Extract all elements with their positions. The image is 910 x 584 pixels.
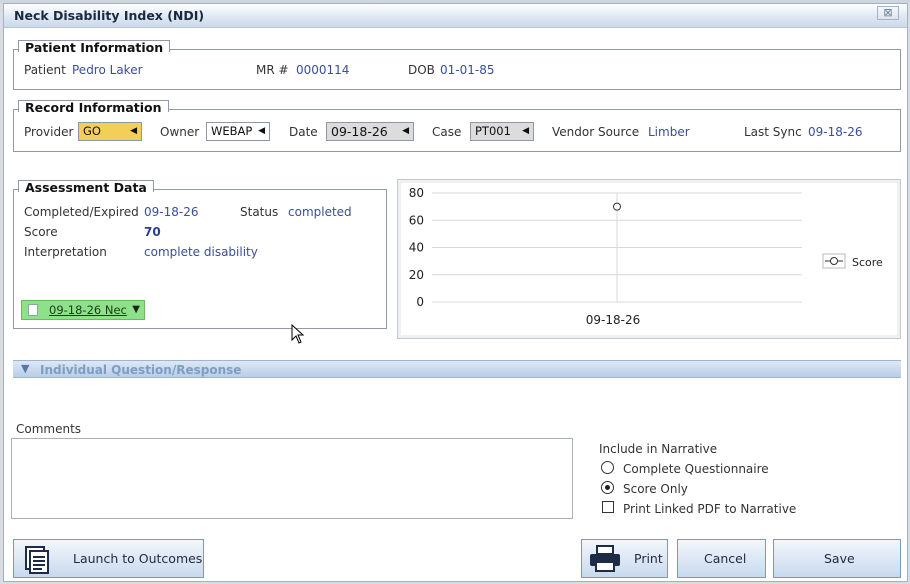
save-button[interactable]: Save — [773, 539, 901, 578]
last-sync-value: 09-18-26 — [808, 125, 863, 139]
mouse-cursor-icon — [291, 324, 305, 344]
record-information-group: Record Information Provider GO ◀ Owner W… — [13, 100, 901, 152]
case-select-value: PT001 — [475, 124, 511, 138]
assessment-data-legend: Assessment Data — [18, 180, 154, 195]
score-chart: 0 20 40 60 80 09-18-26 Score — [397, 179, 901, 339]
caret-left-icon: ◀ — [402, 126, 409, 136]
completed-expired-label: Completed/Expired — [24, 205, 139, 219]
patient-label: Patient — [24, 63, 66, 77]
print-linked-pdf-checkbox[interactable] — [602, 501, 614, 513]
patient-information-group: Patient Information Patient Pedro Laker … — [13, 40, 901, 90]
owner-select[interactable]: WEBAP ◀ — [206, 122, 270, 141]
caret-down-icon: ▼ — [132, 304, 140, 315]
comments-textarea[interactable] — [11, 438, 573, 519]
score-only-label[interactable]: Score Only — [623, 482, 688, 496]
date-select[interactable]: 09-18-26 ◀ — [326, 122, 414, 141]
chevron-down-icon: ▼ — [21, 362, 30, 375]
radio-score-only[interactable] — [601, 481, 614, 494]
score-value: 70 — [144, 225, 161, 239]
individual-question-response-label: Individual Question/Response — [40, 363, 242, 377]
caret-left-icon: ◀ — [258, 126, 265, 136]
legend-label: Score — [852, 256, 883, 269]
document-list-icon — [25, 546, 49, 574]
legend-swatch-marker — [830, 257, 838, 265]
cancel-button[interactable]: Cancel — [677, 539, 766, 578]
mr-value: 0000114 — [296, 63, 350, 77]
date-label: Date — [289, 125, 318, 139]
caret-left-icon: ◀ — [130, 126, 137, 136]
individual-question-response-header[interactable]: ▼ Individual Question/Response — [13, 360, 901, 378]
launch-to-outcomes-label: Launch to Outcomes — [73, 551, 203, 566]
linked-document-select[interactable]: 09-18-26 Nec ▼ — [21, 300, 145, 320]
interpretation-label: Interpretation — [24, 245, 107, 259]
comments-label: Comments — [16, 422, 82, 436]
patient-value: Pedro Laker — [72, 63, 143, 77]
completed-expired-value: 09-18-26 — [144, 205, 199, 219]
launch-to-outcomes-button[interactable]: Launch to Outcomes — [13, 539, 204, 578]
x-tick-label: 09-18-26 — [586, 313, 640, 327]
dialog-title: Neck Disability Index (NDI) — [14, 8, 205, 23]
owner-select-value: WEBAP — [211, 124, 253, 138]
score-label: Score — [24, 225, 58, 239]
vendor-source-label: Vendor Source — [552, 125, 640, 139]
printer-icon — [590, 545, 620, 572]
vendor-source-value: Limber — [648, 125, 690, 139]
save-label: Save — [824, 551, 855, 566]
provider-select-value: GO — [83, 124, 101, 138]
case-label: Case — [432, 125, 462, 139]
status-value: completed — [288, 205, 352, 219]
title-bar: Neck Disability Index (NDI) ⊠ — [4, 4, 907, 28]
print-linked-pdf-label[interactable]: Print Linked PDF to Narrative — [623, 502, 796, 516]
include-in-narrative-label: Include in Narrative — [599, 442, 718, 456]
data-point — [613, 202, 621, 211]
cancel-label: Cancel — [704, 551, 747, 566]
print-label: Print — [634, 551, 663, 566]
close-icon[interactable]: ⊠ — [877, 6, 899, 20]
dob-value: 01-01-85 — [440, 63, 495, 77]
status-label: Status — [240, 205, 279, 219]
last-sync-label: Last Sync — [744, 125, 802, 139]
score-chart-svg: 0 20 40 60 80 09-18-26 Score — [409, 186, 883, 327]
case-select[interactable]: PT001 ◀ — [470, 122, 534, 141]
date-select-value: 09-18-26 — [331, 124, 388, 139]
owner-label: Owner — [160, 125, 200, 139]
record-information-legend: Record Information — [18, 100, 169, 115]
provider-label: Provider — [24, 125, 74, 139]
patient-information-legend: Patient Information — [18, 40, 171, 55]
ndi-dialog: Neck Disability Index (NDI) ⊠ Patient In… — [3, 3, 908, 582]
radio-complete-questionnaire[interactable] — [601, 461, 614, 474]
dob-label: DOB — [408, 63, 435, 77]
interpretation-value: complete disability — [144, 245, 258, 259]
y-tick-label: 80 — [409, 186, 424, 200]
y-tick-label: 0 — [416, 295, 424, 309]
print-button[interactable]: Print — [581, 539, 668, 578]
y-tick-label: 60 — [409, 213, 424, 227]
y-tick-label: 40 — [409, 241, 424, 255]
mr-label: MR # — [256, 63, 289, 77]
provider-select[interactable]: GO ◀ — [78, 122, 142, 141]
linked-document-value: 09-18-26 Nec — [49, 303, 127, 317]
complete-questionnaire-label[interactable]: Complete Questionnaire — [623, 462, 769, 476]
caret-left-icon: ◀ — [522, 126, 529, 136]
document-icon — [28, 304, 38, 316]
y-tick-label: 20 — [409, 268, 424, 282]
